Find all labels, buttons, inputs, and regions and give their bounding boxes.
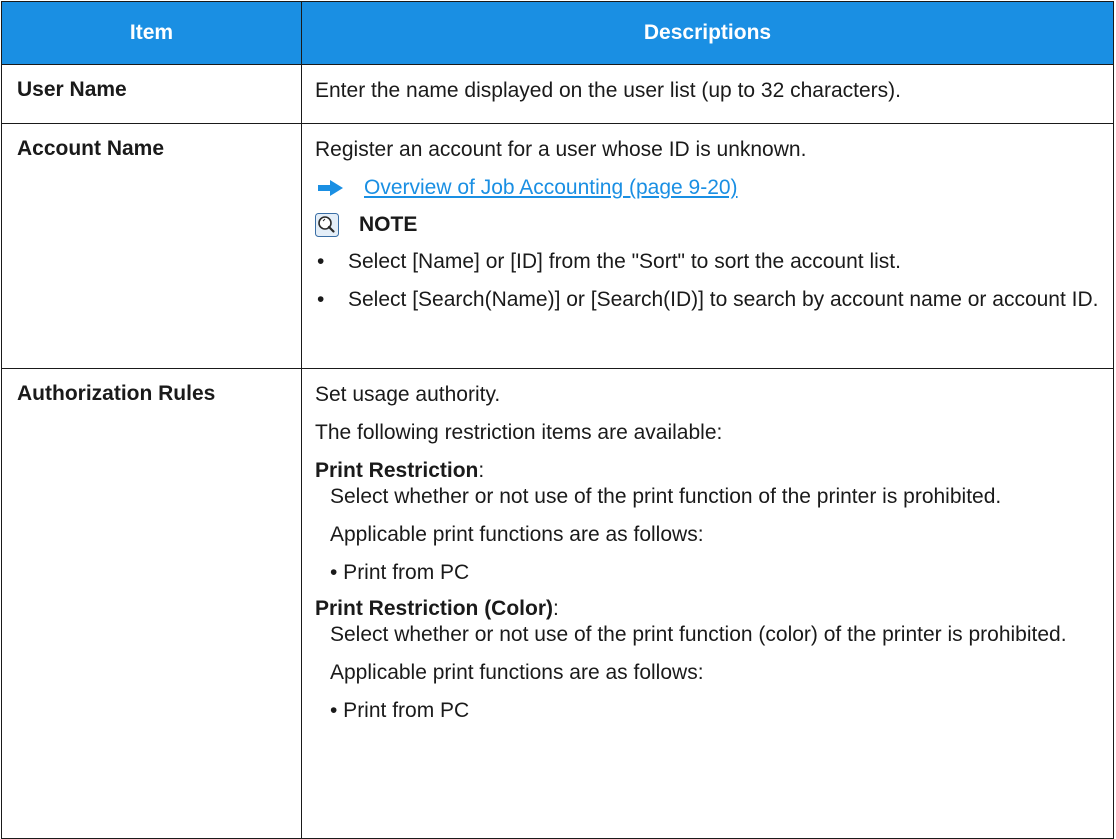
item-user-name: User Name [1, 64, 302, 124]
note-bullet: • Select [Name] or [ID] from the "Sort" … [315, 249, 1103, 275]
table-header-row: Item Descriptions [1, 1, 1114, 65]
header-descriptions: Descriptions [301, 1, 1114, 65]
functions-intro: Applicable print functions are as follow… [330, 661, 704, 684]
link-row: Overview of Job Accounting (page 9-20) [315, 175, 1103, 201]
restriction-colon: : [478, 459, 485, 482]
restriction-colon: : [553, 597, 559, 620]
settings-table: Item Descriptions User Name Enter the na… [1, 1, 1114, 839]
desc-authorization-rules: Set usage authority. The following restr… [301, 368, 1114, 839]
user-name-description: Enter the name displayed on the user lis… [315, 79, 901, 102]
table-row-user-name: User Name Enter the name displayed on th… [1, 64, 1114, 124]
bullet-dot: • [317, 250, 325, 273]
table-row-account-name: Account Name Register an account for a u… [1, 123, 1114, 369]
authorization-line-1: Set usage authority. [315, 383, 501, 406]
header-item: Item [1, 1, 302, 65]
table-row-authorization-rules: Authorization Rules Set usage authority.… [1, 368, 1114, 839]
desc-account-name: Register an account for a user whose ID … [301, 123, 1114, 369]
authorization-line-2: The following restriction items are avai… [315, 421, 723, 444]
lightbulb-note-icon [315, 213, 339, 237]
restriction-title: Print Restriction (Color): [315, 596, 1103, 622]
note-text: Select [Name] or [ID] from the "Sort" to… [348, 250, 901, 273]
restriction-title-text: Print Restriction [315, 459, 479, 482]
account-name-description: Register an account for a user whose ID … [315, 138, 807, 161]
note-bullet: • Select [Search(Name)] or [Search(ID)] … [315, 287, 1103, 313]
item-authorization-rules: Authorization Rules [1, 368, 302, 839]
desc-user-name: Enter the name displayed on the user lis… [301, 64, 1114, 124]
note-text: Select [Search(Name)] or [Search(ID)] to… [348, 288, 1099, 311]
function-item: • Print from PC [330, 561, 470, 584]
item-account-name: Account Name [1, 123, 302, 369]
bullet-dot: • [317, 288, 325, 311]
restriction-title: Print Restriction: [315, 458, 1103, 484]
note-label: NOTE [359, 213, 418, 236]
restriction-title-text: Print Restriction (Color) [315, 597, 554, 620]
restriction-text: Select whether or not use of the print f… [330, 485, 1002, 508]
restriction-text: Select whether or not use of the print f… [330, 623, 1067, 646]
job-accounting-link[interactable]: Overview of Job Accounting (page 9-20) [364, 175, 738, 201]
note-header: NOTE [315, 213, 1103, 237]
function-item: • Print from PC [330, 699, 470, 722]
right-arrow-icon [318, 180, 343, 196]
functions-intro: Applicable print functions are as follow… [330, 523, 704, 546]
